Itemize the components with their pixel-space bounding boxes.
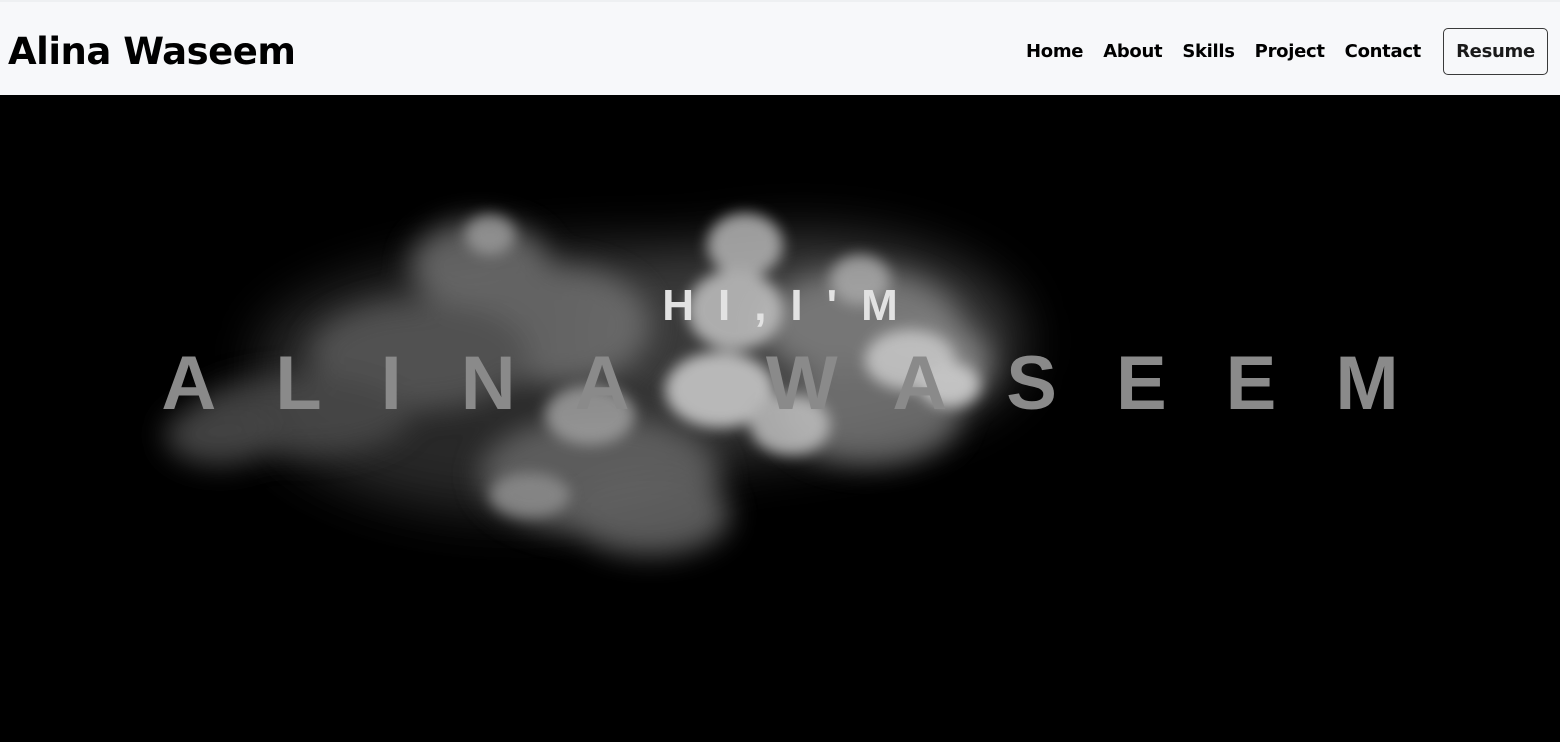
hero-greeting: HI,I'M bbox=[662, 281, 922, 330]
navbar: Alina Waseem Home About Skills Project C… bbox=[0, 0, 1560, 95]
brand-logo[interactable]: Alina Waseem bbox=[8, 27, 296, 77]
nav-links: Home About Skills Project Contact Resume bbox=[1026, 28, 1548, 75]
nav-link-about[interactable]: About bbox=[1103, 41, 1162, 62]
hero-section: HI,I'M ALINA WASEEM bbox=[0, 95, 1560, 742]
nav-link-skills[interactable]: Skills bbox=[1182, 41, 1235, 62]
nav-link-project[interactable]: Project bbox=[1255, 41, 1325, 62]
nav-link-home[interactable]: Home bbox=[1026, 41, 1084, 62]
hero-name: ALINA WASEEM bbox=[161, 341, 1458, 426]
nav-link-contact[interactable]: Contact bbox=[1345, 41, 1422, 62]
resume-button[interactable]: Resume bbox=[1443, 28, 1548, 75]
